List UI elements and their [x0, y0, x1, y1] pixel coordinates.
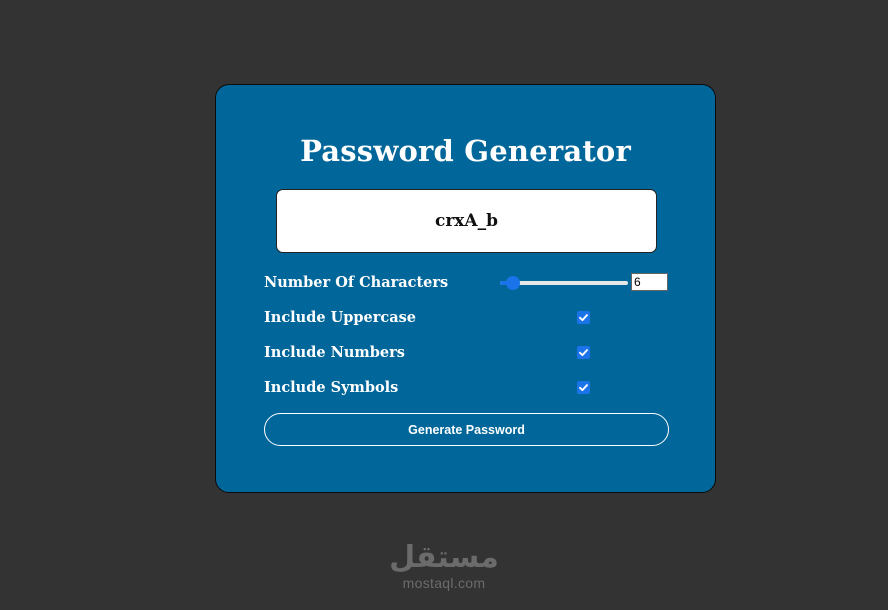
watermark-arabic: مستقل: [389, 540, 499, 575]
numbers-row: Include Numbers: [264, 341, 670, 365]
watermark-latin: mostaql.com: [402, 575, 486, 591]
numbers-label: Include Numbers: [264, 344, 405, 361]
slider-thumb[interactable]: [505, 276, 520, 290]
checkmark-icon: [579, 384, 588, 392]
checkmark-icon: [579, 349, 588, 357]
page-title: Password Generator: [300, 134, 631, 168]
password-text: crxA_b: [434, 211, 499, 231]
password-output: crxA_b: [276, 189, 657, 253]
generate-password-button[interactable]: Generate Password: [264, 413, 669, 446]
numbers-checkbox[interactable]: [577, 346, 590, 359]
uppercase-row: Include Uppercase: [264, 306, 670, 330]
symbols-checkbox[interactable]: [577, 381, 590, 394]
symbols-label: Include Symbols: [264, 379, 399, 396]
uppercase-label: Include Uppercase: [264, 309, 417, 326]
uppercase-checkbox[interactable]: [577, 311, 590, 324]
length-slider[interactable]: [500, 276, 628, 290]
length-number-input[interactable]: 6: [631, 273, 668, 291]
checkmark-icon: [579, 314, 588, 322]
length-row: Number Of Characters 6: [264, 271, 670, 295]
symbols-row: Include Symbols: [264, 376, 670, 400]
length-label: Number Of Characters: [264, 274, 449, 291]
password-generator-card: Password Generator crxA_b Number Of Char…: [215, 84, 716, 493]
mostaql-watermark: مستقل mostaql.com: [376, 540, 512, 600]
